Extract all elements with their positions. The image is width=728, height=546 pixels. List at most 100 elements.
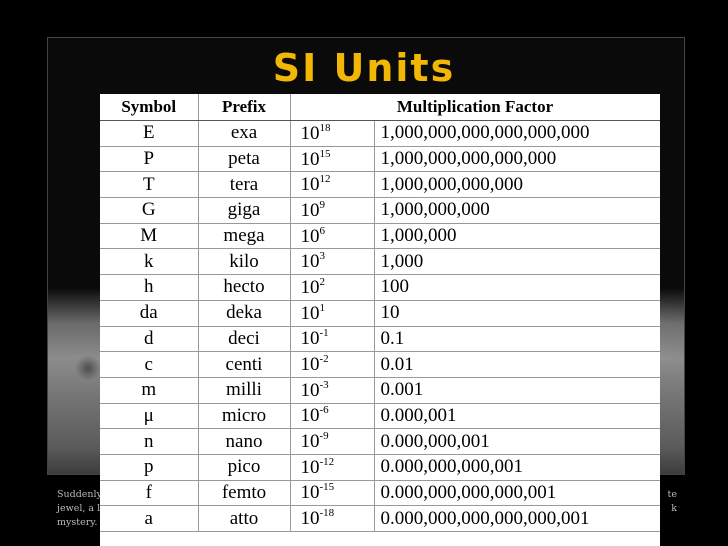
cell-symbol: k — [100, 248, 199, 276]
cell-power-of-ten: 101 — [290, 300, 375, 327]
cell-prefix: micro — [198, 403, 291, 430]
power-exponent: 12 — [319, 173, 331, 186]
table-row: c centi 10-2 0.01 — [100, 351, 660, 378]
power-base: 10 — [300, 405, 320, 427]
power-exponent: 3 — [319, 250, 326, 263]
cell-symbol: c — [100, 351, 199, 378]
cell-prefix: femto — [198, 480, 291, 507]
cell-power-of-ten: 1018 — [290, 120, 375, 147]
header-symbol: Symbol — [100, 94, 199, 121]
power-exponent: 1 — [319, 301, 326, 314]
cell-symbol: a — [100, 505, 199, 532]
cell-symbol: T — [100, 171, 199, 199]
cell-decimal-value: 1,000 — [374, 248, 660, 276]
cell-decimal-value: 10 — [374, 300, 660, 327]
power-base: 10 — [300, 328, 320, 350]
table-row: Ggiga 109 1,000,000,000 — [100, 197, 660, 224]
cell-decimal-value: 0.000,001 — [374, 403, 660, 430]
power-exponent: -18 — [319, 507, 335, 520]
cell-symbol: n — [100, 428, 199, 455]
cell-prefix: pico — [198, 454, 291, 481]
cell-power-of-ten: 1015 — [290, 146, 375, 173]
slide: SI Units Suddenly, jewel, a lig mystery.… — [0, 0, 728, 546]
power-exponent: -6 — [319, 404, 329, 417]
cell-power-of-ten: 102 — [290, 274, 375, 301]
table-row: μ micro 10-6 0.000,001 — [100, 403, 660, 430]
power-exponent: -12 — [319, 455, 335, 468]
power-exponent: 18 — [319, 121, 331, 134]
cell-symbol: m — [100, 377, 199, 404]
cell-decimal-value: 0.000,000,000,000,000,001 — [374, 505, 660, 532]
table-row: Eexa 1018 1,000,000,000,000,000,000 — [100, 120, 660, 147]
power-base: 10 — [300, 508, 320, 530]
cell-decimal-value: 1,000,000 — [374, 223, 660, 250]
cell-prefix: giga — [198, 197, 291, 224]
cell-decimal-value: 0.000,000,001 — [374, 428, 660, 455]
cell-power-of-ten: 106 — [290, 223, 375, 250]
power-base: 10 — [300, 276, 320, 298]
cell-decimal-value: 0.1 — [374, 326, 660, 353]
cell-decimal-value: 1,000,000,000 — [374, 197, 660, 224]
cell-prefix: tera — [198, 171, 291, 199]
table-row: k kilo 103 1,000 — [100, 248, 660, 276]
power-base: 10 — [300, 379, 320, 401]
cell-symbol: f — [100, 480, 199, 507]
cell-decimal-value: 1,000,000,000,000 — [374, 171, 660, 199]
cell-power-of-ten: 10-1 — [290, 326, 375, 353]
power-exponent: -15 — [319, 481, 335, 494]
cell-symbol: E — [100, 120, 199, 147]
table-body: Eexa 1018 1,000,000,000,000,000,000 Ppeta 10… — [100, 120, 660, 532]
table-row: da deka 101 10 — [100, 300, 660, 327]
cell-prefix: centi — [198, 351, 291, 378]
cell-prefix: milli — [198, 377, 291, 404]
cell-symbol: da — [100, 300, 199, 327]
cell-power-of-ten: 1012 — [290, 171, 375, 199]
cell-symbol: d — [100, 326, 199, 353]
cell-power-of-ten: 10-2 — [290, 351, 375, 378]
cell-symbol: μ — [100, 403, 199, 430]
power-exponent: -2 — [319, 353, 329, 366]
power-base: 10 — [300, 174, 320, 196]
power-base: 10 — [300, 148, 320, 170]
cell-power-of-ten: 10-12 — [290, 454, 375, 481]
table-row: h hecto 102 100 — [100, 274, 660, 301]
power-exponent: -1 — [319, 327, 329, 340]
table-row: Ttera 1012 1,000,000,000,000 — [100, 171, 660, 199]
table-row: Ppeta 1015 1,000,000,000,000,000 — [100, 146, 660, 173]
slide-title: SI Units — [272, 46, 456, 90]
power-base: 10 — [300, 354, 320, 376]
cell-prefix: peta — [198, 146, 291, 173]
cell-decimal-value: 0.000,000,000,000,001 — [374, 480, 660, 507]
cell-decimal-value: 0.001 — [374, 377, 660, 404]
power-exponent: 15 — [319, 147, 331, 160]
table-row: Mmega 106 1,000,000 — [100, 223, 660, 250]
power-base: 10 — [300, 199, 320, 221]
cell-decimal-value: 100 — [374, 274, 660, 301]
cell-prefix: mega — [198, 223, 291, 250]
cell-decimal-value: 0.000,000,000,001 — [374, 454, 660, 481]
power-base: 10 — [300, 431, 320, 453]
power-base: 10 — [300, 456, 320, 478]
cell-power-of-ten: 10-15 — [290, 480, 375, 507]
cell-prefix: atto — [198, 505, 291, 532]
power-base: 10 — [300, 225, 320, 247]
cell-symbol: P — [100, 146, 199, 173]
power-exponent: 2 — [319, 275, 326, 288]
power-base: 10 — [300, 302, 320, 324]
cell-power-of-ten: 103 — [290, 248, 375, 276]
cell-power-of-ten: 109 — [290, 197, 375, 224]
power-base: 10 — [300, 122, 320, 144]
table-header-row: Symbol Prefix Multiplication Factor — [100, 94, 660, 121]
cell-decimal-value: 0.01 — [374, 351, 660, 378]
cell-prefix: kilo — [198, 248, 291, 276]
cell-symbol: h — [100, 274, 199, 301]
table-row: p pico 10-12 0.000,000,000,001 — [100, 454, 660, 481]
header-prefix: Prefix — [198, 94, 291, 121]
power-base: 10 — [300, 251, 320, 273]
table-row: m milli 10-3 0.001 — [100, 377, 660, 404]
power-base: 10 — [300, 482, 320, 504]
cell-decimal-value: 1,000,000,000,000,000 — [374, 146, 660, 173]
power-exponent: -9 — [319, 430, 329, 443]
cell-prefix: deka — [198, 300, 291, 327]
cell-power-of-ten: 10-6 — [290, 403, 375, 430]
